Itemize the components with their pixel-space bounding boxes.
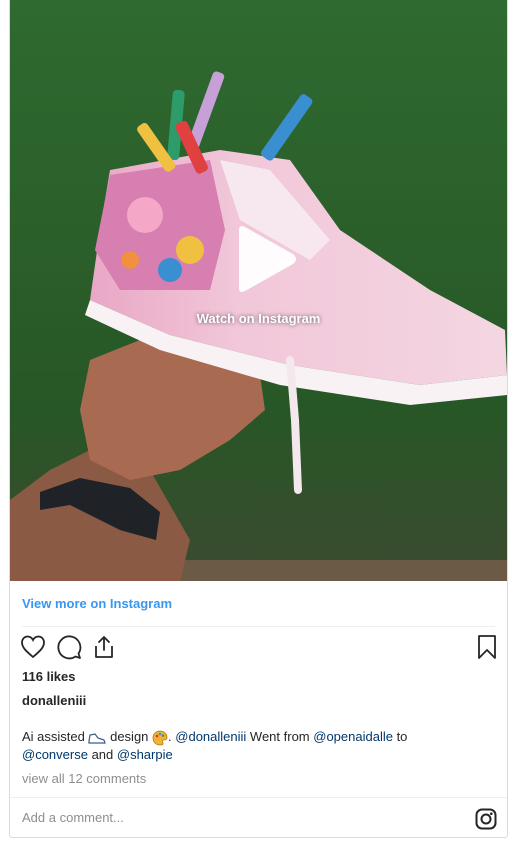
sneaker-emoji-icon (88, 732, 107, 744)
caption: Ai assisted design . @donalleniii Went f… (22, 728, 482, 764)
caption-text: design (106, 729, 153, 744)
share-icon[interactable] (91, 634, 117, 660)
caption-text: to (392, 729, 408, 744)
username[interactable]: donalleniii (22, 693, 86, 708)
mention-link[interactable]: @openaidalle (313, 729, 393, 744)
mention-link[interactable]: @converse (22, 747, 88, 762)
comment-input[interactable]: Add a comment... (22, 810, 124, 825)
play-icon[interactable] (229, 224, 299, 294)
comment-bar: Add a comment... (10, 797, 507, 838)
mention-link[interactable]: @sharpie (117, 747, 173, 762)
view-all-comments-link[interactable]: view all 12 comments (22, 771, 146, 786)
mention-link[interactable]: @donalleniii (175, 729, 246, 744)
watch-on-instagram-label[interactable]: Watch on Instagram (10, 311, 507, 326)
bookmark-icon[interactable] (474, 634, 500, 660)
instagram-embed: Watch on Instagram View more on Instagra… (9, 0, 508, 838)
comment-icon[interactable] (56, 634, 82, 660)
caption-text: and (87, 747, 117, 762)
caption-text: Ai assisted (22, 729, 89, 744)
caption-text: Went from (246, 729, 314, 744)
artist-palette-emoji-icon (152, 730, 168, 745)
heart-icon[interactable] (20, 634, 46, 660)
divider (22, 626, 495, 627)
instagram-icon[interactable] (475, 808, 497, 830)
view-more-link[interactable]: View more on Instagram (22, 596, 172, 611)
video-thumbnail[interactable]: Watch on Instagram (10, 0, 507, 581)
likes-count[interactable]: 116 likes (22, 669, 76, 684)
